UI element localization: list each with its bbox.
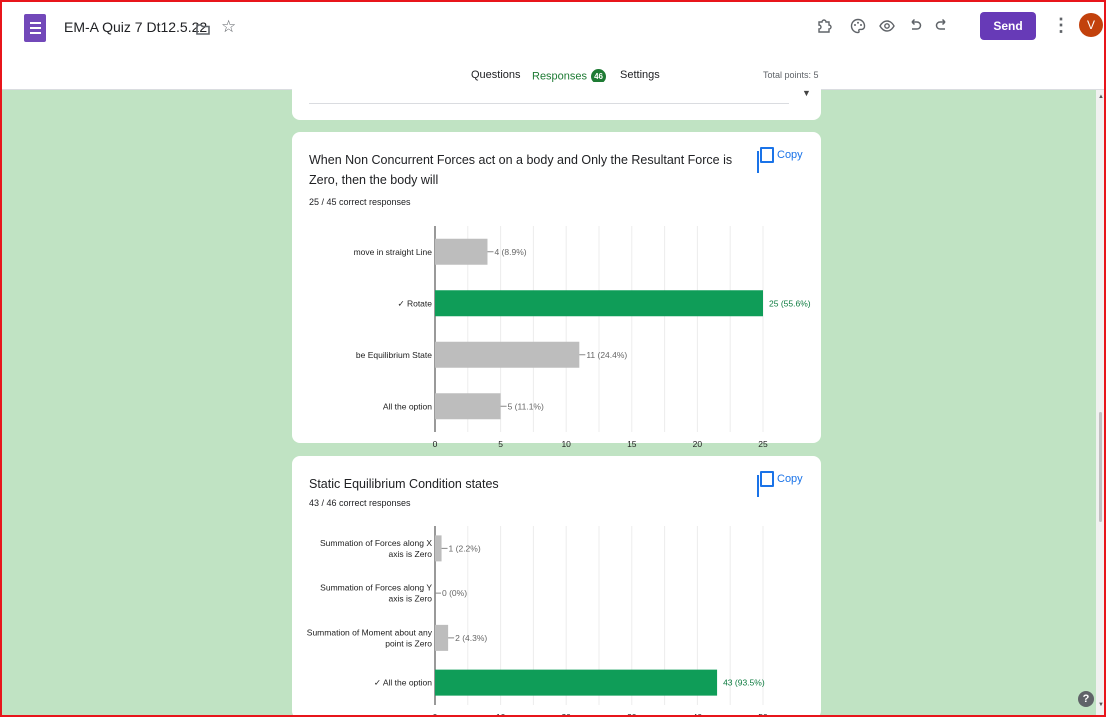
category-label: axis is Zero bbox=[389, 549, 433, 559]
forms-logo-icon[interactable] bbox=[24, 14, 46, 42]
scrollbar[interactable] bbox=[1096, 90, 1104, 715]
x-tick-label: 15 bbox=[627, 439, 637, 449]
palette-icon[interactable] bbox=[846, 14, 870, 38]
copy-icon bbox=[757, 147, 774, 163]
answer-bar bbox=[435, 341, 580, 368]
preview-eye-icon[interactable] bbox=[875, 14, 899, 38]
category-label: All the option bbox=[383, 401, 432, 411]
data-label: 2 (4.3%) bbox=[455, 633, 487, 643]
x-tick-label: 40 bbox=[693, 712, 703, 717]
data-label: 25 (55.6%) bbox=[769, 298, 811, 308]
x-tick-label: 10 bbox=[496, 712, 506, 717]
scroll-down-arrow-icon[interactable]: ▼ bbox=[1098, 702, 1104, 708]
x-tick-label: 0 bbox=[433, 712, 438, 717]
answer-bar bbox=[435, 624, 449, 651]
help-icon[interactable]: ? bbox=[1078, 691, 1094, 707]
correct-answer-bar bbox=[435, 290, 763, 317]
redo-icon[interactable] bbox=[930, 14, 954, 38]
x-tick-label: 10 bbox=[561, 439, 571, 449]
avatar[interactable]: V bbox=[1079, 13, 1103, 37]
data-label: 0 (0%) bbox=[442, 588, 467, 598]
previous-question-card bbox=[292, 82, 821, 120]
copy-label: Copy bbox=[777, 473, 803, 485]
data-label: 4 (8.9%) bbox=[494, 247, 526, 257]
tab-settings[interactable]: Settings bbox=[620, 69, 660, 81]
category-label: Summation of Forces along Y bbox=[320, 583, 432, 593]
category-label: Summation of Forces along X bbox=[320, 538, 432, 548]
scrollbar-thumb[interactable] bbox=[1099, 412, 1102, 522]
tab-responses-label: Responses bbox=[532, 70, 588, 83]
category-label: axis is Zero bbox=[389, 594, 433, 604]
dropdown-caret-icon[interactable]: ▼ bbox=[802, 88, 811, 98]
previous-answer-field bbox=[309, 90, 789, 104]
copy-icon bbox=[757, 471, 774, 487]
question-title: Static Equilibrium Condition states bbox=[309, 477, 499, 491]
category-label: be Equilibrium State bbox=[356, 350, 432, 360]
app-frame: EM-A Quiz 7 Dt12.5.22 ☆ Send ⋮ V Questio… bbox=[0, 0, 1106, 717]
x-tick-label: 25 bbox=[758, 439, 768, 449]
category-label: ✓ All the option bbox=[374, 678, 432, 688]
x-tick-label: 30 bbox=[627, 712, 637, 717]
data-label: 5 (11.1%) bbox=[508, 401, 544, 411]
category-label: Summation of Moment about any bbox=[307, 627, 433, 637]
copy-chart-button[interactable]: Copy bbox=[757, 471, 803, 487]
data-label: 43 (93.5%) bbox=[723, 678, 765, 688]
x-tick-label: 20 bbox=[561, 712, 571, 717]
data-label: 11 (24.4%) bbox=[586, 350, 627, 360]
data-label: 1 (2.2%) bbox=[449, 543, 481, 553]
correct-responses-count: 25 / 45 correct responses bbox=[309, 197, 411, 207]
response-bar-chart: 0 10 20 30 40 50Summation of Forces along Xax… bbox=[307, 526, 768, 717]
correct-answer-bar bbox=[435, 669, 718, 696]
x-tick-label: 50 bbox=[758, 712, 768, 717]
copy-chart-button[interactable]: Copy bbox=[757, 147, 803, 163]
category-label: point is Zero bbox=[385, 638, 432, 648]
x-tick-label: 20 bbox=[693, 439, 703, 449]
x-tick-label: 5 bbox=[498, 439, 503, 449]
correct-responses-count: 43 / 46 correct responses bbox=[309, 498, 411, 508]
answer-bar bbox=[435, 393, 501, 420]
copy-label: Copy bbox=[777, 149, 803, 161]
answer-bar bbox=[435, 535, 442, 562]
send-button[interactable]: Send bbox=[980, 12, 1036, 40]
tab-questions[interactable]: Questions bbox=[471, 69, 521, 81]
folder-icon[interactable] bbox=[196, 22, 210, 40]
question-card: Static Equilibrium Condition states 43 /… bbox=[292, 456, 821, 717]
total-points: Total points: 5 bbox=[763, 70, 819, 80]
more-options-icon[interactable]: ⋮ bbox=[1052, 15, 1070, 36]
star-icon[interactable]: ☆ bbox=[221, 17, 236, 37]
answer-bar bbox=[435, 238, 488, 265]
customize-addon-icon[interactable] bbox=[812, 14, 836, 38]
question-title: When Non Concurrent Forces act on a body… bbox=[309, 153, 733, 187]
undo-icon[interactable] bbox=[903, 14, 927, 38]
scroll-up-arrow-icon[interactable]: ▲ bbox=[1098, 94, 1104, 100]
category-label: ✓ Rotate bbox=[397, 298, 432, 308]
category-label: move in straight Line bbox=[354, 247, 433, 257]
question-card: When Non Concurrent Forces act on a body… bbox=[292, 132, 821, 449]
document-title[interactable]: EM-A Quiz 7 Dt12.5.22 bbox=[64, 19, 207, 35]
x-tick-label: 0 bbox=[433, 439, 438, 449]
top-bar: EM-A Quiz 7 Dt12.5.22 ☆ Send ⋮ V Questio… bbox=[2, 2, 1104, 90]
